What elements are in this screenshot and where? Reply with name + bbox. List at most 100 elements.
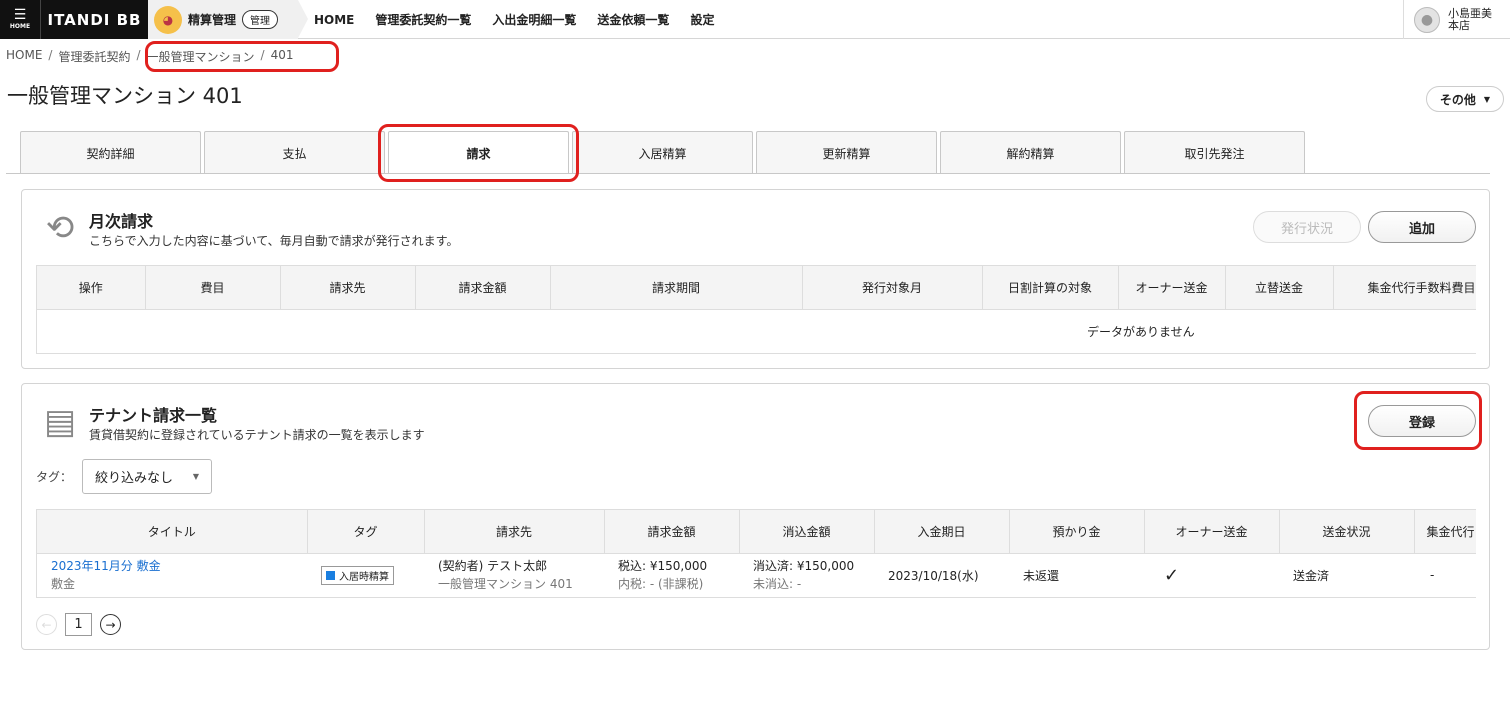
col-item: 費目 — [145, 266, 281, 310]
col-advance-remit: 立替送金 — [1225, 266, 1334, 310]
user-menu[interactable]: ● 小島亜美 本店 — [1403, 0, 1510, 39]
tab-bar: 契約詳細 支払 請求 入居精算 更新精算 解約精算 取引先発注 — [20, 131, 1305, 174]
col-prorate: 日割計算の対象 — [982, 266, 1119, 310]
col-payer: 請求先 — [424, 510, 605, 554]
tenant-title: テナント請求一覧 — [89, 406, 218, 425]
tag-chip-label: 入居時精算 — [339, 571, 389, 583]
col-tag: タグ — [307, 510, 425, 554]
nav-transactions[interactable]: 入出金明細一覧 — [492, 11, 576, 28]
tag-filter-select[interactable]: 絞り込みなし ▼ — [82, 459, 212, 494]
row-amount: 税込: ¥150,000 — [618, 559, 708, 573]
tab-billing[interactable]: 請求 — [388, 131, 569, 174]
breadcrumb-property[interactable]: 一般管理マンション — [147, 48, 255, 65]
breadcrumb-separator: / — [260, 48, 265, 62]
col-title: タイトル — [37, 510, 308, 554]
repeat-icon: ⟲ — [45, 208, 75, 248]
col-issue-month: 発行対象月 — [802, 266, 983, 310]
main-nav: HOME 管理委託契約一覧 入出金明細一覧 送金依頼一覧 設定 — [314, 0, 714, 39]
breadcrumb-room: 401 — [270, 48, 294, 62]
monthly-table: 操作 費目 請求先 請求金額 請求期間 発行対象月 日割計算の対象 オーナー送金… — [36, 265, 1476, 354]
user-branch: 本店 — [1448, 18, 1470, 32]
breadcrumb-separator: / — [136, 48, 141, 62]
tenant-billing-panel: ▤ テナント請求一覧 賃貸借契約に登録されているテナント請求の一覧を表示します … — [21, 383, 1490, 650]
tag-label: タグ： — [36, 470, 73, 484]
row-payer-sub: 一般管理マンション 401 — [438, 577, 573, 591]
caret-down-icon: ▼ — [192, 472, 199, 481]
empty-text: データがありません — [1087, 324, 1195, 339]
hamburger-icon: ☰ — [13, 7, 27, 23]
nav-remittance[interactable]: 送金依頼一覧 — [597, 11, 669, 28]
tenant-header-row: タイトル タグ 請求先 請求金額 消込金額 入金期日 預かり金 オーナー送金 送… — [37, 510, 1476, 554]
tenant-subtitle: 賃貸借契約に登録されているテナント請求の一覧を表示します — [89, 428, 425, 442]
breadcrumb-contracts[interactable]: 管理委託契約 — [58, 48, 130, 65]
other-menu-label: その他 — [1439, 92, 1476, 107]
col-due-date: 入金期日 — [874, 510, 1010, 554]
tenant-table: タイトル タグ 請求先 請求金額 消込金額 入金期日 預かり金 オーナー送金 送… — [36, 509, 1476, 598]
issue-status-button[interactable]: 発行状況 — [1253, 211, 1361, 243]
tab-payments[interactable]: 支払 — [204, 131, 385, 174]
prev-page-icon[interactable]: ← — [36, 614, 57, 635]
row-title-sub: 敷金 — [51, 577, 76, 591]
nav-contracts[interactable]: 管理委託契約一覧 — [375, 11, 471, 28]
tag-color-icon — [326, 570, 335, 580]
breadcrumb-separator: / — [48, 48, 53, 62]
empty-message: データがありません — [37, 309, 1476, 354]
col-remit-status: 送金状況 — [1279, 510, 1415, 554]
tab-renewal[interactable]: 更新精算 — [756, 131, 937, 174]
page-title: 一般管理マンション 401 — [7, 84, 243, 108]
nav-home[interactable]: HOME — [314, 13, 354, 27]
check-icon: ✓ — [1144, 553, 1279, 598]
tab-move-in[interactable]: 入居精算 — [572, 131, 753, 174]
col-period: 請求期間 — [550, 266, 803, 310]
row-due-date: 2023/10/18(水) — [874, 553, 1009, 598]
col-deposit: 預かり金 — [1009, 510, 1145, 554]
col-action: 操作 — [37, 266, 146, 310]
user-avatar-icon: ● — [1414, 6, 1440, 33]
home-menu-button[interactable]: ☰ HOME — [0, 0, 40, 39]
col-owner-remit: オーナー送金 — [1144, 510, 1280, 554]
app-badge: 管理 — [242, 10, 279, 29]
row-remit-status: 送金済 — [1279, 553, 1414, 598]
tag-filter-value: 絞り込みなし — [95, 471, 174, 486]
app-name: 精算管理 — [188, 13, 237, 27]
col-amount: 請求金額 — [415, 266, 551, 310]
app-switcher[interactable]: ◕ 精算管理 管理 — [148, 0, 308, 39]
col-cleared: 消込金額 — [739, 510, 875, 554]
top-bar: ☰ HOME ITANDI BB ◕ 精算管理 管理 HOME 管理委託契約一覧… — [0, 0, 1510, 39]
tab-contract-details[interactable]: 契約詳細 — [20, 131, 201, 174]
table-row[interactable]: 2023年11月分 敷金 敷金 入居時精算 (契約者) テスト太郎 一般管理マン… — [37, 553, 1476, 598]
col-fee-item: 集金代行手数料費目 — [1333, 266, 1476, 310]
document-icon: ▤ — [43, 402, 77, 442]
home-menu-label: HOME — [9, 23, 31, 30]
col-payer: 請求先 — [280, 266, 416, 310]
monthly-subtitle: こちらで入力した内容に基づいて、毎月自動で請求が発行されます。 — [89, 234, 459, 248]
breadcrumb: HOME / 管理委託契約 / 一般管理マンション / 401 — [6, 48, 293, 65]
other-menu-button[interactable]: その他 ▼ — [1426, 86, 1504, 112]
app-mascot-icon: ◕ — [154, 5, 182, 34]
row-amount-sub: 内税: - (非課税) — [618, 577, 704, 591]
brand-logo[interactable]: ITANDI BB — [40, 0, 148, 39]
user-name: 小島亜美 — [1448, 6, 1492, 20]
caret-down-icon: ▼ — [1483, 94, 1491, 104]
row-payer: (契約者) テスト太郎 — [438, 559, 548, 573]
row-collection: - — [1414, 553, 1476, 598]
tab-termination[interactable]: 解約精算 — [940, 131, 1121, 174]
nav-settings[interactable]: 設定 — [690, 11, 714, 28]
register-button[interactable]: 登録 — [1368, 405, 1476, 437]
col-amount: 請求金額 — [604, 510, 740, 554]
add-button[interactable]: 追加 — [1368, 211, 1476, 243]
page-number[interactable]: 1 — [65, 613, 92, 636]
tag-chip: 入居時精算 — [321, 565, 394, 585]
row-cleared-sub: 未消込: - — [753, 577, 802, 591]
row-deposit: 未返還 — [1009, 553, 1144, 598]
pagination: ← 1 → — [36, 613, 121, 636]
monthly-billing-panel: ⟲ 月次請求 こちらで入力した内容に基づいて、毎月自動で請求が発行されます。 発… — [21, 189, 1490, 369]
tab-vendor-orders[interactable]: 取引先発注 — [1124, 131, 1305, 174]
breadcrumb-home[interactable]: HOME — [6, 48, 42, 65]
row-title-link[interactable]: 2023年11月分 敷金 — [51, 557, 307, 575]
col-owner-remit: オーナー送金 — [1118, 266, 1226, 310]
monthly-title: 月次請求 — [89, 212, 154, 231]
next-page-icon[interactable]: → — [100, 614, 121, 635]
tab-divider — [6, 173, 1490, 174]
col-collection: 集金代行 — [1414, 510, 1476, 554]
